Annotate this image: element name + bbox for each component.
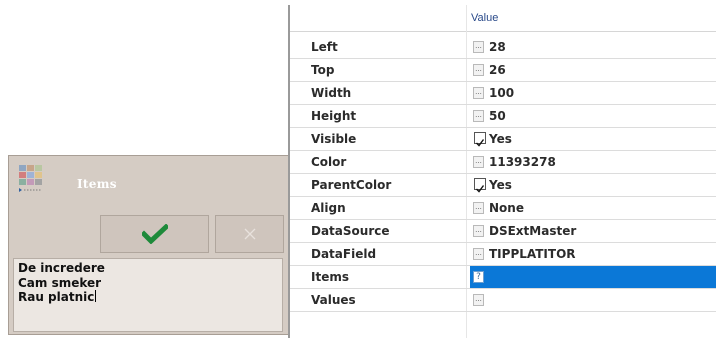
property-value-cell[interactable]: Yes xyxy=(470,128,716,150)
ellipsis-button[interactable]: ... xyxy=(473,202,484,214)
property-name: Height xyxy=(311,109,357,123)
memo-line: De incredere xyxy=(18,261,105,275)
property-name: Items xyxy=(311,270,349,284)
property-value: Yes xyxy=(489,178,512,192)
check-mark-icon xyxy=(476,185,485,193)
ellipsis-button[interactable]: ... xyxy=(473,41,484,53)
ellipsis-button[interactable]: ... xyxy=(473,248,484,260)
property-name: DataSource xyxy=(311,224,390,238)
checkbox[interactable] xyxy=(474,178,486,193)
property-row-width[interactable]: Width... 100 xyxy=(290,82,716,105)
property-row-datasource[interactable]: DataSource... DSExtMaster xyxy=(290,220,716,243)
text-caret xyxy=(95,290,97,302)
property-row-visible[interactable]: Visible Yes xyxy=(290,128,716,151)
close-icon xyxy=(244,228,255,240)
property-value: 50 xyxy=(489,109,506,123)
property-value: Yes xyxy=(489,132,512,146)
property-value-cell[interactable]: Yes xyxy=(470,174,716,196)
items-editor-dialog: Items De incredere Cam smeker Rau platni… xyxy=(8,155,289,335)
ellipsis-button[interactable]: ... xyxy=(473,110,484,122)
property-name: Align xyxy=(311,201,346,215)
ellipsis-button[interactable]: ? xyxy=(473,271,484,283)
property-value-cell[interactable]: ... 28 xyxy=(470,36,716,58)
property-row-top[interactable]: Top... 26 xyxy=(290,59,716,82)
property-name: Color xyxy=(311,155,347,169)
dialog-title: Items xyxy=(77,177,117,191)
memo-line-current: Rau platnic xyxy=(18,290,278,305)
property-value: 28 xyxy=(489,40,506,54)
property-row-datafield[interactable]: DataField... TIPPLATITOR xyxy=(290,243,716,266)
inspector-header: Value xyxy=(290,5,716,32)
property-value: 26 xyxy=(489,63,506,77)
property-value: None xyxy=(489,201,524,215)
property-value-cell[interactable]: ... 100 xyxy=(470,82,716,104)
property-row-parentcolor[interactable]: ParentColor Yes xyxy=(290,174,716,197)
property-value-cell[interactable]: ... 50 xyxy=(470,105,716,127)
ellipsis-button[interactable]: ... xyxy=(473,156,484,168)
property-value-cell[interactable]: ... xyxy=(470,289,716,311)
cancel-button[interactable] xyxy=(215,215,284,253)
checkmark-icon xyxy=(141,224,168,244)
property-value: 11393278 xyxy=(489,155,556,169)
property-row-values[interactable]: Values... xyxy=(290,289,716,312)
list-editor-icon xyxy=(19,165,42,192)
property-value-cell[interactable]: ... DSExtMaster xyxy=(470,220,716,242)
property-name: Left xyxy=(311,40,338,54)
property-list: Left... 28 Top... 26 Width... 100 Height... 50 V… xyxy=(290,36,716,312)
property-name: DataField xyxy=(311,247,377,261)
property-value: TIPPLATITOR xyxy=(489,247,576,261)
memo-line-text: Rau platnic xyxy=(18,290,95,304)
object-inspector: Value Left... 28 Top... 26 Width... 100 Height… xyxy=(288,5,716,338)
property-value-cell[interactable]: ? xyxy=(470,266,716,288)
property-value-cell[interactable]: ... TIPPLATITOR xyxy=(470,243,716,265)
ellipsis-button[interactable]: ... xyxy=(473,87,484,99)
property-row-align[interactable]: Align... None xyxy=(290,197,716,220)
property-value: 100 xyxy=(489,86,515,100)
value-column-header: Value xyxy=(471,12,499,24)
ellipsis-button[interactable]: ... xyxy=(473,64,484,76)
items-memo[interactable]: De incredere Cam smeker Rau platnic xyxy=(13,258,283,332)
checkbox[interactable] xyxy=(474,132,486,147)
property-name: Top xyxy=(311,63,335,77)
property-value-cell[interactable]: ... 26 xyxy=(470,59,716,81)
ellipsis-button[interactable]: ... xyxy=(473,225,484,237)
property-value: DSExtMaster xyxy=(489,224,577,238)
property-row-items[interactable]: Items? xyxy=(290,266,716,289)
property-name: ParentColor xyxy=(311,178,392,192)
property-value-cell[interactable]: ... 11393278 xyxy=(470,151,716,173)
ellipsis-button[interactable]: ... xyxy=(473,294,484,306)
property-name: Values xyxy=(311,293,356,307)
property-name: Visible xyxy=(311,132,357,146)
memo-line: Cam smeker xyxy=(18,275,102,290)
property-row-left[interactable]: Left... 28 xyxy=(290,36,716,59)
dialog-header: Items xyxy=(9,156,288,211)
property-row-color[interactable]: Color... 11393278 xyxy=(290,151,716,174)
property-row-height[interactable]: Height... 50 xyxy=(290,105,716,128)
check-mark-icon xyxy=(476,139,485,147)
ok-button[interactable] xyxy=(100,215,209,253)
property-name: Width xyxy=(311,86,352,100)
property-value-cell[interactable]: ... None xyxy=(470,197,716,219)
